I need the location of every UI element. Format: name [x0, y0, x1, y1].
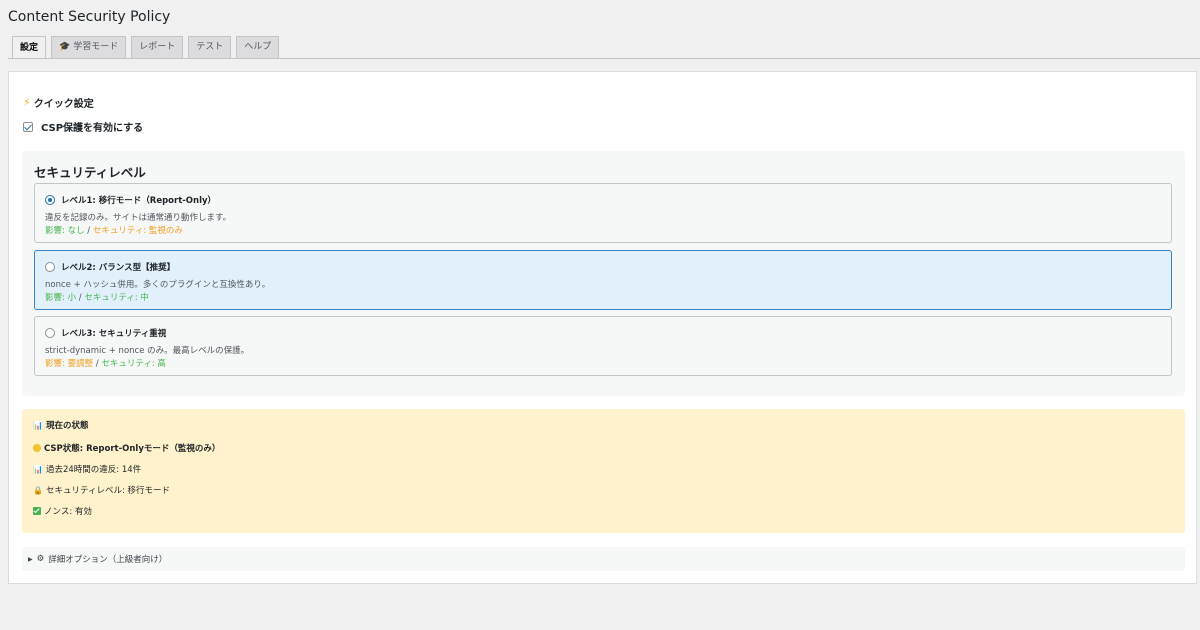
tab-divider: [8, 58, 1200, 59]
lock-icon: 🔒: [33, 485, 43, 495]
tab-settings-label: 設定: [20, 42, 39, 53]
violations-row: 📊 過去24時間の違反: 14件: [33, 463, 142, 476]
status-heading: 現在の状態: [45, 421, 89, 431]
enable-csp-toggle[interactable]: CSP保護を有効にする: [23, 119, 143, 134]
level-3-impact: 影響: 要調整: [45, 359, 94, 369]
level-2-title: レベル2: バランス型【推奨】: [61, 263, 176, 273]
quick-settings-heading: ⚡ クイック設定: [23, 95, 94, 110]
tab-learning-mode-label: 学習モード: [73, 42, 119, 52]
tab-learning-mode[interactable]: 🎓 学習モード: [51, 36, 127, 58]
tab-test[interactable]: テスト: [188, 36, 232, 58]
level-3-radio[interactable]: [45, 328, 55, 338]
violations-text: 過去24時間の違反: 14件: [45, 465, 142, 475]
level-1-security: セキュリティ: 監視のみ: [92, 226, 183, 236]
lightning-icon: ⚡: [23, 96, 31, 109]
security-level-heading: セキュリティレベル: [34, 165, 146, 180]
advanced-options-toggle[interactable]: ▶ ⚙ 詳細オプション（上級者向け）: [22, 547, 1185, 571]
graduation-cap-icon: 🎓: [59, 42, 71, 52]
level-1-radio[interactable]: [45, 195, 55, 205]
settings-card: ⚡ クイック設定 CSP保護を有効にする セキュリティレベル レベル1: 移行モ…: [8, 71, 1197, 584]
tab-help[interactable]: ヘルプ: [236, 36, 280, 58]
enable-csp-checkbox[interactable]: [23, 121, 33, 132]
level-2-radio[interactable]: [45, 262, 55, 272]
level-3-description: strict-dynamic + nonce のみ。最高レベルの保護。: [45, 346, 250, 356]
level-1-impact: 影響: なし: [45, 226, 85, 236]
page-title: Content Security Policy: [8, 9, 171, 25]
enable-csp-label: CSP保護を有効にする: [41, 123, 144, 134]
level-2-impact-row: 影響: 小 / セキュリティ: 中: [45, 291, 1161, 303]
advanced-options-label: 詳細オプション（上級者向け）: [48, 555, 168, 565]
current-status-panel: 📊 現在の状態 CSP状態: Report-Onlyモード（監視のみ） 📊 過去…: [22, 409, 1185, 533]
tab-help-label: ヘルプ: [244, 42, 272, 52]
level-2-impact: 影響: 小: [45, 293, 77, 303]
separator: /: [95, 359, 99, 369]
tab-settings[interactable]: 設定: [12, 36, 47, 59]
gear-icon: ⚙: [36, 554, 45, 564]
level-3-impact-row: 影響: 要調整 / セキュリティ: 高: [45, 357, 1161, 369]
nonce-row: ノンス: 有効: [33, 505, 92, 517]
level-option-3-title-row: レベル3: セキュリティ重視: [45, 327, 1161, 339]
security-level-text: セキュリティレベル: 移行モード: [45, 486, 171, 496]
check-mark-icon: [33, 507, 41, 515]
tab-report-label: レポート: [139, 42, 176, 52]
level-1-title: レベル1: 移行モード（Report-Only）: [61, 196, 217, 206]
level-3-title: レベル3: セキュリティ重視: [61, 329, 167, 339]
level-option-2[interactable]: レベル2: バランス型【推奨】 nonce + ハッシュ併用。多くのプラグインと…: [34, 250, 1172, 310]
level-option-3[interactable]: レベル3: セキュリティ重視 strict-dynamic + nonce のみ…: [34, 316, 1172, 376]
level-1-description: 違反を記録のみ。サイトは通常通り動作します。: [45, 213, 232, 223]
csp-state-text: CSP状態: Report-Onlyモード（監視のみ）: [44, 444, 221, 454]
tab-bar: 設定 🎓 学習モード レポート テスト ヘルプ: [12, 36, 280, 59]
level-2-security: セキュリティ: 中: [84, 293, 149, 303]
level-1-impact-row: 影響: なし / セキュリティ: 監視のみ: [45, 224, 1161, 236]
separator: /: [87, 226, 91, 236]
level-option-1-title-row: レベル1: 移行モード（Report-Only）: [45, 194, 1161, 206]
csp-state-row: CSP状態: Report-Onlyモード（監視のみ）: [33, 442, 220, 454]
bar-chart-icon: 📊: [33, 464, 43, 474]
level-3-security: セキュリティ: 高: [101, 359, 166, 369]
nonce-text: ノンス: 有効: [44, 507, 92, 517]
quick-settings-title: クイック設定: [33, 99, 94, 110]
level-option-2-title-row: レベル2: バランス型【推奨】: [45, 261, 1161, 273]
status-heading-row: 📊 現在の状態: [33, 419, 89, 432]
security-level-row: 🔒 セキュリティレベル: 移行モード: [33, 484, 171, 497]
triangle-right-icon: ▶: [28, 555, 33, 563]
bar-chart-icon: 📊: [33, 420, 43, 430]
tab-report[interactable]: レポート: [131, 36, 184, 58]
level-2-description: nonce + ハッシュ併用。多くのプラグインと互換性あり。: [45, 280, 271, 290]
security-level-panel: セキュリティレベル レベル1: 移行モード（Report-Only） 違反を記録…: [22, 151, 1185, 396]
yellow-circle-icon: [33, 444, 41, 452]
separator: /: [78, 293, 82, 303]
tab-test-label: テスト: [196, 42, 224, 52]
level-option-1[interactable]: レベル1: 移行モード（Report-Only） 違反を記録のみ。サイトは通常通…: [34, 183, 1172, 243]
